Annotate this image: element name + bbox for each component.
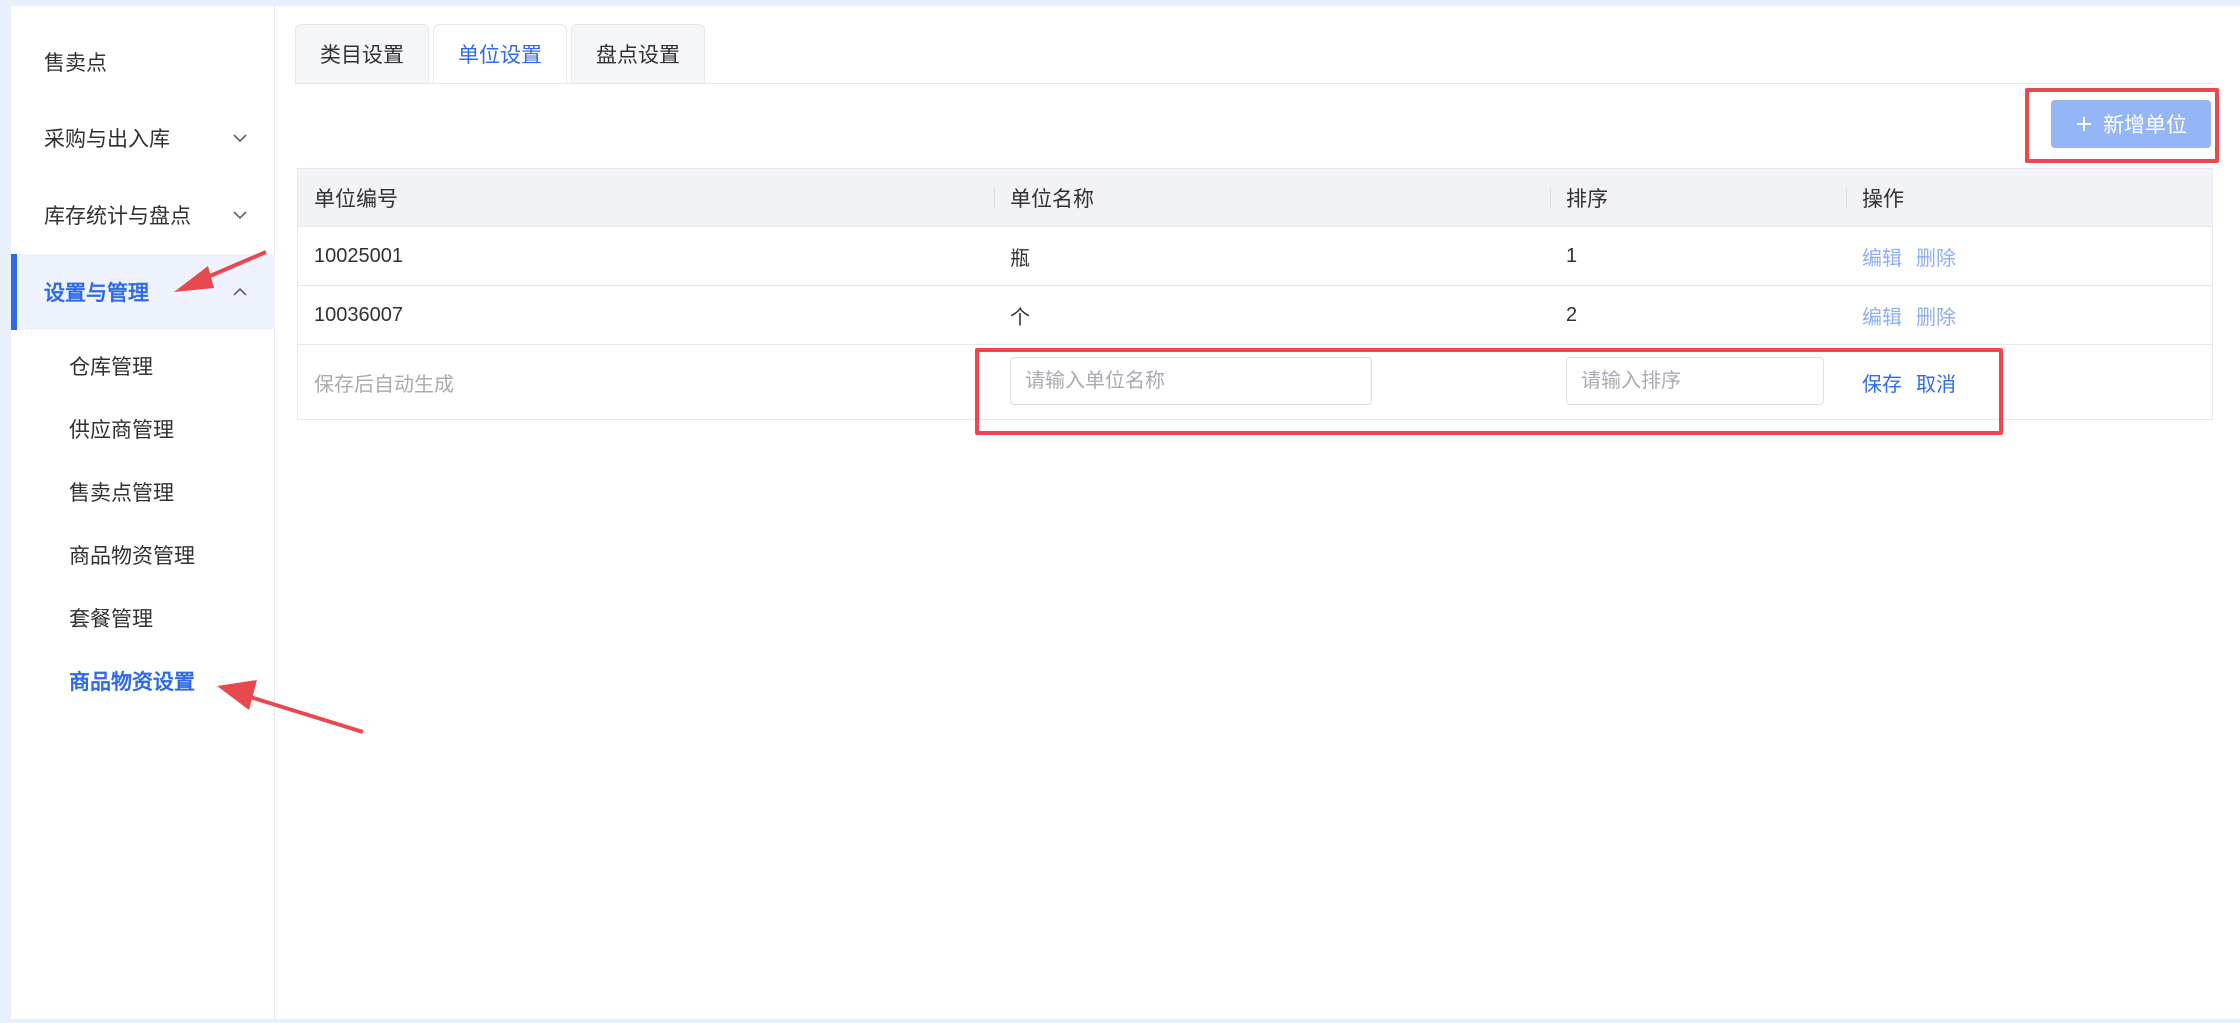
app-window: 售卖点 采购与出入库 库存统计与盘点 设置与管理 仓库管理 供应商管理 售卖点管… (11, 6, 2240, 1019)
sidebar-item-label: 售卖点 (44, 52, 107, 75)
tab-label: 盘点设置 (596, 44, 680, 67)
tab-category-settings[interactable]: 类目设置 (295, 24, 429, 84)
sidebar-item-sale-point[interactable]: 售卖点 (11, 24, 275, 100)
chevron-down-icon (233, 134, 247, 143)
sidebar-subitem-label: 商品物资设置 (69, 671, 195, 694)
sidebar-subitem-package-mgmt[interactable]: 套餐管理 (11, 590, 275, 646)
sidebar-subitem-label: 仓库管理 (69, 356, 153, 379)
cell-unit-name: 个 (1010, 306, 1030, 329)
tab-bar: 类目设置 单位设置 盘点设置 (295, 24, 709, 84)
tab-divider (295, 83, 2212, 84)
header-unit-code: 单位编号 (314, 187, 398, 211)
header-actions: 操作 (1862, 187, 1904, 211)
sidebar-subitem-warehouse[interactable]: 仓库管理 (11, 338, 275, 394)
sidebar: 售卖点 采购与出入库 库存统计与盘点 设置与管理 仓库管理 供应商管理 售卖点管… (11, 6, 275, 1019)
sidebar-subitem-label: 供应商管理 (69, 419, 174, 442)
sidebar-subitem-label: 售卖点管理 (69, 482, 174, 505)
sidebar-item-label: 设置与管理 (44, 282, 149, 305)
annotation-box-add-button (2025, 88, 2219, 163)
annotation-arrow-icon (174, 250, 267, 292)
sidebar-subitem-label: 商品物资管理 (69, 545, 195, 568)
sidebar-item-purchase[interactable]: 采购与出入库 (11, 100, 275, 176)
delete-link[interactable]: 删除 (1916, 301, 1956, 330)
delete-link[interactable]: 删除 (1916, 242, 1956, 271)
chevron-down-icon (233, 211, 247, 220)
header-unit-name: 单位名称 (1010, 187, 1094, 211)
tab-unit-settings[interactable]: 单位设置 (433, 24, 567, 84)
sidebar-subitem-supplier[interactable]: 供应商管理 (11, 401, 275, 457)
sidebar-item-label: 采购与出入库 (44, 128, 170, 151)
annotation-box-new-row (975, 348, 2003, 435)
cell-unit-name: 瓶 (1010, 247, 1030, 270)
cell-actions: 编辑 删除 (1846, 286, 1970, 344)
sidebar-subitem-goods-mgmt[interactable]: 商品物资管理 (11, 527, 275, 583)
main-content: 类目设置 单位设置 盘点设置 新增单位 单位编号 单位名称 排序 操作 1002… (275, 6, 2240, 1019)
annotation-arrow-icon (217, 680, 364, 734)
cell-order: 2 (1566, 303, 1578, 326)
table-row: 10025001 瓶 1 编辑 删除 (298, 227, 2212, 286)
edit-link[interactable]: 编辑 (1862, 242, 1902, 271)
tab-stocktake-settings[interactable]: 盘点设置 (571, 24, 705, 84)
cell-order: 1 (1566, 244, 1578, 267)
sidebar-item-label: 库存统计与盘点 (44, 205, 191, 228)
tab-label: 单位设置 (458, 44, 542, 67)
sidebar-subitem-sale-point-mgmt[interactable]: 售卖点管理 (11, 464, 275, 520)
sidebar-subitem-label: 套餐管理 (69, 608, 153, 631)
header-order: 排序 (1566, 187, 1608, 211)
cell-unit-code: 10036007 (314, 303, 403, 326)
sidebar-item-inventory[interactable]: 库存统计与盘点 (11, 177, 275, 253)
tab-label: 类目设置 (320, 44, 404, 67)
auto-code-hint: 保存后自动生成 (314, 373, 454, 396)
cell-unit-code: 10025001 (314, 244, 403, 267)
table-header: 单位编号 单位名称 排序 操作 (298, 169, 2212, 227)
cell-actions: 编辑 删除 (1846, 227, 1970, 285)
edit-link[interactable]: 编辑 (1862, 301, 1902, 330)
table-row: 10036007 个 2 编辑 删除 (298, 286, 2212, 345)
